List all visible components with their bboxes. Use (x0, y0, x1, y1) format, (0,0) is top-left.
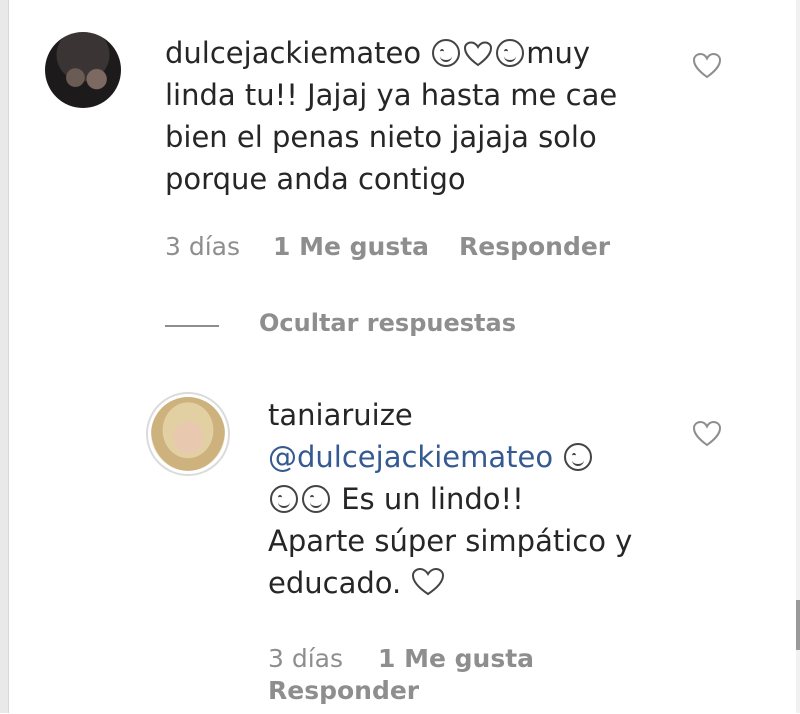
scrollbar-thumb[interactable] (796, 600, 800, 650)
reply-text-c: educado. (268, 566, 402, 600)
comment-text: dulcejackiemateo muy linda tu!! Jajaj ya… (165, 32, 665, 200)
comment-username[interactable]: dulcejackiemateo (165, 36, 421, 70)
comment-time[interactable]: 3 días (165, 232, 240, 261)
smiling-face-icon (270, 485, 298, 513)
comment-likes[interactable]: 1 Me gusta (273, 232, 429, 261)
grinning-squint-face-icon (496, 39, 525, 67)
like-heart-icon[interactable] (692, 52, 722, 80)
avatar-dulcejackiemateo[interactable] (45, 32, 121, 108)
comment-text-rest: linda tu!! Jajaj ya hasta me cae bien el… (165, 78, 618, 196)
reply-text: taniaruize @dulcejackiemateo Es un lindo… (268, 394, 668, 604)
smiling-face-icon (302, 485, 330, 513)
hide-replies-button[interactable]: Ocultar respuestas (165, 309, 525, 341)
divider-line (165, 325, 219, 327)
reply-button[interactable]: Responder (459, 232, 610, 261)
heart-emoji-icon (412, 567, 445, 596)
smiling-face-icon (564, 443, 593, 471)
heart-emoji-icon (464, 41, 493, 67)
reply-likes[interactable]: 1 Me gusta (378, 644, 534, 673)
hide-replies-label: Ocultar respuestas (259, 309, 516, 337)
grinning-face-icon (432, 39, 461, 67)
reply-text-a: Es un lindo!! (341, 482, 524, 516)
comment-meta: 3 días 1 Me gusta Responder (165, 232, 645, 264)
like-heart-icon[interactable] (692, 420, 722, 448)
window-frame-left (0, 0, 9, 713)
reply-text-b: Aparte súper simpático y (268, 524, 633, 558)
reply-meta: 3 días 1 Me gusta Responder (268, 644, 668, 714)
avatar-taniaruize[interactable] (151, 397, 225, 471)
mention-link[interactable]: @dulcejackiemateo (268, 440, 553, 474)
reply-button[interactable]: Responder (268, 676, 419, 705)
comment-text-line1-tail: muy (526, 36, 591, 70)
reply-time[interactable]: 3 días (268, 644, 343, 673)
reply-username[interactable]: taniaruize (268, 398, 413, 432)
